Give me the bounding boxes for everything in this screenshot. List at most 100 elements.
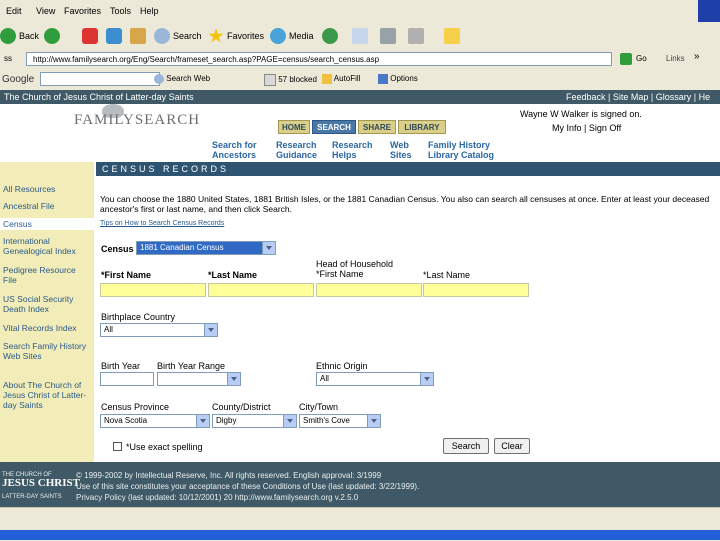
home-button[interactable] — [130, 26, 149, 46]
magnifier-icon — [154, 28, 170, 44]
hoh-last-name-input[interactable] — [423, 283, 529, 297]
print-button[interactable] — [380, 26, 399, 46]
sidebar-item-pedigree[interactable]: Pedigree Resource File — [3, 265, 91, 285]
chevron-down-icon — [283, 415, 296, 427]
menu-tools[interactable]: Tools — [110, 6, 131, 16]
chevron-down-icon — [420, 373, 433, 385]
birth-year-range-label: Birth Year Range — [157, 361, 226, 371]
sidebar-item-web-sites[interactable]: Search Family History Web Sites — [3, 341, 91, 361]
first-name-label: *First Name — [101, 270, 152, 280]
birth-year-input[interactable] — [100, 372, 154, 386]
blocker-icon — [264, 74, 276, 86]
search-toolbar-button[interactable]: Search — [154, 26, 202, 46]
tab-home[interactable]: HOME — [278, 120, 310, 134]
sidebar-item-vital-records[interactable]: Vital Records Index — [3, 323, 91, 333]
subnav-web-sites[interactable]: Web Sites — [390, 140, 412, 160]
footer-church-line2: JESUS CHRIST — [2, 477, 80, 489]
refresh-icon — [106, 28, 122, 44]
sidebar-item-ssdi[interactable]: US Social Security Death Index — [3, 294, 91, 314]
address-input[interactable]: http://www.familysearch.org/Eng/Search/f… — [26, 52, 612, 66]
last-name-input[interactable] — [208, 283, 314, 297]
sidebar-item-about-church[interactable]: About The Church of Jesus Christ of Latt… — [3, 380, 91, 410]
edit-button[interactable] — [408, 26, 427, 46]
hoh-first-name-input[interactable] — [316, 283, 422, 297]
links-label[interactable]: Links — [666, 54, 685, 63]
county-select[interactable]: Digby — [212, 414, 297, 428]
refresh-button[interactable] — [106, 26, 125, 46]
chevron-down-icon — [367, 415, 380, 427]
stop-icon — [82, 28, 98, 44]
mail-button[interactable] — [352, 26, 371, 46]
google-logo[interactable]: Google — [2, 74, 34, 85]
options-button[interactable]: Options — [378, 74, 418, 84]
subnav-research-helps[interactable]: Research Helps — [332, 140, 373, 160]
autofill-button[interactable]: AutoFill — [322, 74, 360, 84]
tips-link[interactable]: Tips on How to Search Census Records — [100, 219, 224, 229]
google-search-input[interactable] — [40, 72, 160, 86]
footer-conditions[interactable]: Use of this site constitutes your accept… — [76, 482, 419, 492]
messenger-button[interactable] — [444, 26, 463, 46]
history-button[interactable] — [322, 26, 341, 46]
subnav-research-guidance[interactable]: Research Guidance — [276, 140, 317, 160]
church-name[interactable]: The Church of Jesus Christ of Latter-day… — [4, 92, 194, 102]
sidebar-item-census[interactable]: Census — [3, 219, 91, 229]
chevron-down-icon — [196, 415, 209, 427]
subnav-library-catalog[interactable]: Family History Library Catalog — [428, 140, 494, 160]
history-icon — [322, 28, 338, 44]
city-label: City/Town — [299, 402, 339, 412]
church-bar: The Church of Jesus Christ of Latter-day… — [0, 90, 720, 104]
census-select[interactable]: 1881 Canadian Census — [136, 241, 276, 255]
birth-year-range-select[interactable] — [157, 372, 241, 386]
forward-button[interactable] — [44, 26, 63, 46]
hoh-first-name-label: Head of Household *First Name — [316, 259, 394, 279]
census-label: Census — [101, 244, 134, 254]
menu-edit[interactable]: Edit — [6, 6, 22, 16]
menu-help[interactable]: Help — [140, 6, 159, 16]
footer-privacy[interactable]: Privacy Policy (last updated: 10/12/2001… — [76, 493, 358, 503]
media-button[interactable]: Media — [270, 26, 314, 46]
star-icon — [208, 28, 224, 43]
media-icon — [270, 28, 286, 44]
familysearch-logo[interactable]: FAMILYSEARCH — [74, 112, 200, 129]
subnav-search-ancestors[interactable]: Search for Ancestors — [212, 140, 257, 160]
chevron-down-icon — [227, 373, 240, 385]
site-footer: THE CHURCH OF JESUS CHRIST LATTER-DAY SA… — [0, 462, 720, 507]
tab-library[interactable]: LIBRARY — [398, 120, 446, 134]
google-search-web-button[interactable]: Search Web — [154, 74, 210, 84]
sidebar-item-igi[interactable]: International Genealogical Index — [3, 236, 91, 256]
home-icon — [130, 28, 146, 44]
first-name-input[interactable] — [100, 283, 206, 297]
chevron-down-icon — [204, 324, 217, 336]
city-select[interactable]: Smith's Cove — [299, 414, 381, 428]
go-arrow-icon — [620, 53, 632, 65]
menu-view[interactable]: View — [36, 6, 55, 16]
favorites-button[interactable]: Favorites — [208, 26, 264, 46]
top-links[interactable]: Feedback | Site Map | Glossary | He — [566, 92, 710, 102]
printer-icon — [380, 28, 396, 44]
address-label-icon: ss — [4, 54, 12, 63]
note-icon — [444, 28, 460, 44]
edit-icon — [408, 28, 424, 44]
intro-text: You can choose the 1880 United States, 1… — [100, 194, 710, 214]
account-links[interactable]: My Info | Sign Off — [552, 123, 621, 133]
exact-spelling-checkbox[interactable] — [113, 442, 122, 451]
magnifier-icon — [154, 74, 164, 84]
search-button[interactable]: Search — [443, 438, 489, 454]
province-select[interactable]: Nova Scotia — [100, 414, 210, 428]
stop-button[interactable] — [82, 26, 101, 46]
sidebar-item-all-resources[interactable]: All Resources — [3, 184, 91, 194]
birthplace-select[interactable]: All — [100, 323, 218, 337]
tab-share[interactable]: SHARE — [358, 120, 396, 134]
tab-search[interactable]: SEARCH — [312, 120, 356, 134]
clear-button[interactable]: Clear — [494, 438, 530, 454]
sidebar-item-ancestral-file[interactable]: Ancestral File — [3, 201, 91, 211]
back-button[interactable]: Back — [0, 26, 39, 46]
province-label: Census Province — [101, 402, 170, 412]
popup-blocker-button[interactable]: 57 blocked — [264, 74, 317, 86]
chevron-right-icon[interactable]: » — [694, 51, 700, 62]
menu-favorites[interactable]: Favorites — [64, 6, 101, 16]
ethnic-origin-select[interactable]: All — [316, 372, 434, 386]
back-arrow-icon — [0, 28, 16, 44]
hoh-last-name-label: *Last Name — [423, 270, 471, 280]
birthplace-label: Birthplace Country — [101, 312, 176, 322]
